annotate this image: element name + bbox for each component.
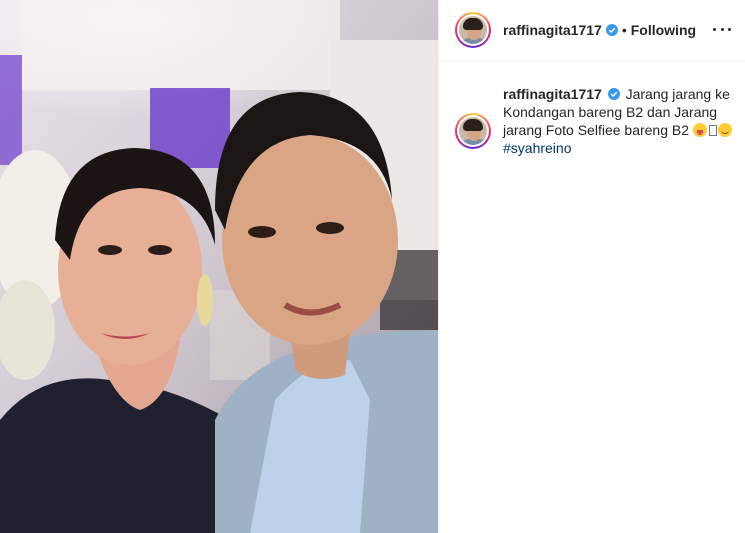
missing-glyph-icon (708, 125, 717, 136)
caption-author-avatar[interactable] (455, 113, 491, 149)
caption-username-link[interactable]: raffinagita1717 (503, 86, 602, 102)
author-username-link[interactable]: raffinagita1717 (503, 22, 602, 38)
caption-text-block: raffinagita1717 Jarang jarang ke Kondang… (503, 85, 733, 157)
selfie-photo (0, 0, 438, 533)
tongue-emoji-icon (692, 123, 707, 137)
verified-badge-icon (607, 88, 620, 100)
following-button[interactable]: Following (631, 22, 696, 38)
verified-badge-icon (605, 24, 618, 36)
more-options-icon[interactable] (713, 20, 731, 38)
instagram-post: raffinagita1717 • Following raffinagita1… (0, 0, 745, 533)
author-avatar[interactable] (455, 12, 491, 48)
post-sidebar: raffinagita1717 • Following raffinagita1… (438, 0, 745, 533)
header-text: raffinagita1717 • Following (503, 22, 696, 38)
hashtag-link[interactable]: #syahreino (503, 139, 572, 157)
post-photo[interactable] (0, 0, 438, 533)
post-header: raffinagita1717 • Following (439, 0, 745, 61)
separator-dot: • (621, 22, 627, 38)
smile-emoji-icon (717, 123, 732, 137)
